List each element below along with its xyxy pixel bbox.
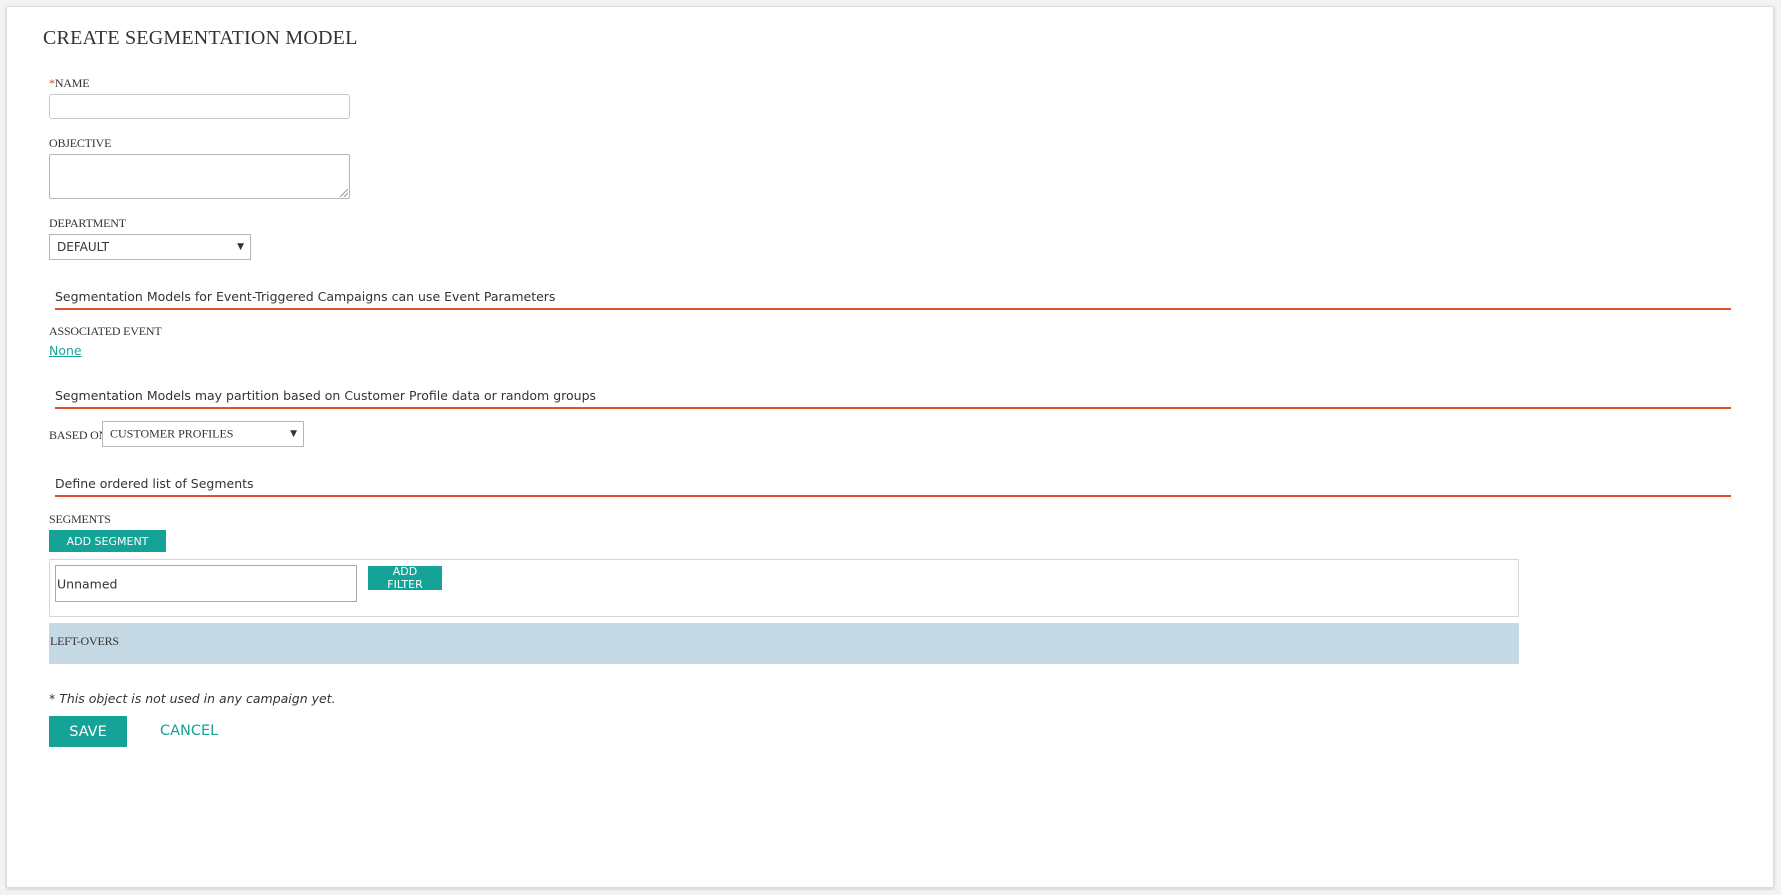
event-section-heading: Segmentation Models for Event-Triggered … — [55, 289, 1731, 310]
segment-name-value: Unnamed — [57, 576, 118, 591]
based-on-selected: CUSTOMER PROFILES — [110, 426, 234, 441]
objective-textarea[interactable] — [49, 154, 350, 199]
name-label-text: NAME — [54, 76, 90, 90]
usage-note: * This object is not used in any campaig… — [49, 691, 336, 706]
cancel-button[interactable]: CANCEL — [160, 723, 218, 739]
save-button[interactable]: SAVE — [49, 716, 127, 747]
associated-event-label: ASSOCIATED EVENT — [49, 324, 162, 338]
name-input[interactable] — [49, 94, 350, 119]
based-on-label: BASED ON — [49, 428, 108, 442]
based-on-select[interactable]: CUSTOMER PROFILES ▼ — [102, 421, 304, 447]
department-label: DEPARTMENT — [49, 216, 126, 230]
name-label: *NAME — [49, 76, 90, 91]
leftovers-label: LEFT-OVERS — [50, 634, 119, 648]
main-panel: CREATE SEGMENTATION MODEL *NAME OBJECTIV… — [6, 6, 1774, 888]
department-selected: DEFAULT — [57, 240, 109, 254]
resize-grip-icon[interactable] — [340, 189, 348, 197]
caret-down-icon: ▼ — [237, 242, 244, 252]
add-filter-button[interactable]: ADD FILTER — [368, 565, 442, 591]
partition-section-heading: Segmentation Models may partition based … — [55, 388, 1731, 409]
associated-event-link[interactable]: None — [49, 343, 82, 358]
segment-name-input[interactable]: Unnamed — [55, 565, 357, 602]
add-segment-button[interactable]: ADD SEGMENT — [49, 530, 166, 552]
leftovers-row: LEFT-OVERS — [49, 623, 1519, 664]
department-select[interactable]: DEFAULT ▼ — [49, 234, 251, 260]
segments-section-heading: Define ordered list of Segments — [55, 476, 1731, 497]
caret-down-icon: ▼ — [290, 429, 297, 439]
segment-row: Unnamed ADD FILTER — [49, 559, 1519, 617]
segments-label: SEGMENTS — [49, 512, 111, 526]
objective-label: OBJECTIVE — [49, 136, 112, 150]
page-title: CREATE SEGMENTATION MODEL — [43, 27, 358, 49]
